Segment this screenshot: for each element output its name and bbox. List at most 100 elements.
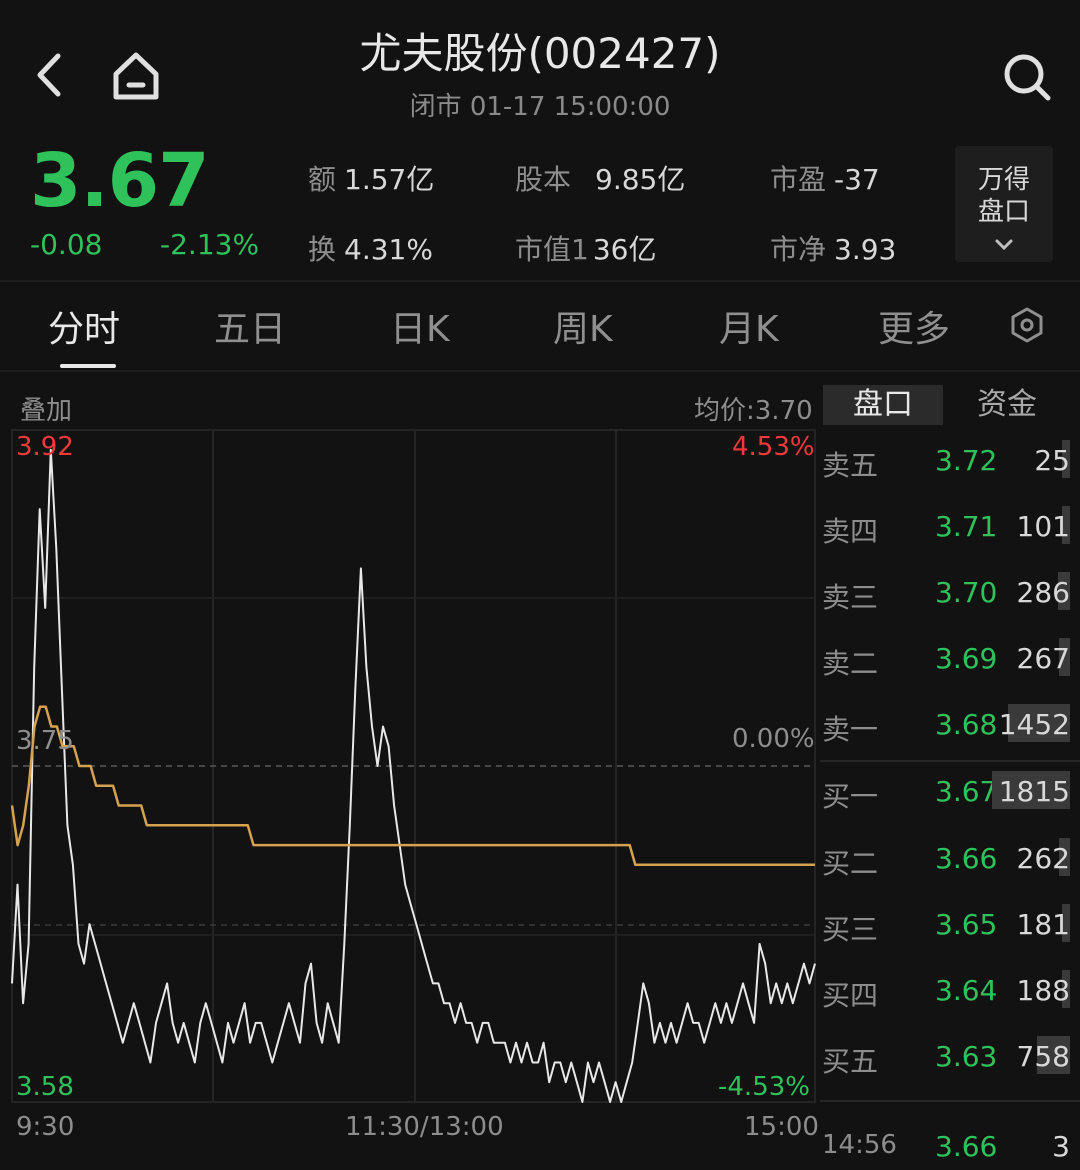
trade-price: 3.66 <box>935 1130 998 1163</box>
stat-value: 9.85亿 <box>595 163 686 196</box>
order-level-label: 卖五 <box>822 449 879 482</box>
tab-daily-k[interactable]: 日K <box>390 300 450 352</box>
stat-label: 市净 <box>770 233 827 266</box>
order-volume: 188 <box>1016 974 1070 1007</box>
stat-turnover: 额 1.57亿 <box>308 158 434 198</box>
stat-label: 股本 <box>515 163 572 196</box>
price-line <box>11 448 816 1103</box>
order-level-label: 卖二 <box>822 647 879 680</box>
tab-monthly-k[interactable]: 月K <box>719 300 779 352</box>
stat-label: 额 <box>308 163 337 196</box>
panel-tab-capital[interactable]: 资金 <box>947 385 1067 425</box>
stat-shares: 股本 9.85亿 <box>515 158 685 198</box>
stat-label: 市盈 <box>770 163 827 196</box>
order-volume: 286 <box>1016 576 1070 609</box>
order-volume: 262 <box>1016 842 1070 875</box>
bid-row: 买三 3.65 181 <box>820 904 1080 948</box>
market-status: 闭市 01-17 15:00:00 <box>409 92 671 122</box>
ask-row: 卖二 3.69 267 <box>820 638 1080 682</box>
y-axis-mid: 3.75 <box>16 726 74 756</box>
chevron-down-icon <box>955 228 1053 251</box>
stat-label: 换 <box>308 233 337 266</box>
stat-value: 1.57亿 <box>344 163 435 196</box>
price-change-pct: -2.13% <box>160 228 260 261</box>
stat-pe: 市盈 -37 <box>770 158 880 198</box>
ask-row: 卖三 3.70 286 <box>820 572 1080 616</box>
order-volume: 101 <box>1016 510 1070 543</box>
active-tab-indicator <box>60 364 116 368</box>
order-volume: 758 <box>1016 1040 1070 1073</box>
bid-row: 买四 3.64 188 <box>820 970 1080 1014</box>
order-level-label: 买二 <box>822 847 879 880</box>
avg-price-line <box>10 705 815 867</box>
trade-volume: 3 <box>1052 1130 1070 1163</box>
ask-row: 卖四 3.71 101 <box>820 506 1080 550</box>
order-level-label: 买五 <box>822 1045 879 1078</box>
trade-time: 14:56 <box>822 1130 897 1160</box>
current-price: 3.67 <box>30 138 210 224</box>
stat-value: 4.31% <box>344 233 433 266</box>
order-price: 3.70 <box>935 576 998 609</box>
time-start: 9:30 <box>16 1112 75 1142</box>
divider <box>0 370 1080 372</box>
price-change: -0.08 <box>30 228 103 261</box>
divider <box>0 280 1080 282</box>
tab-weekly-k[interactable]: 周K <box>553 300 613 352</box>
order-volume: 25 <box>1034 444 1070 477</box>
order-volume: 1815 <box>998 775 1070 808</box>
stat-value: 36亿 <box>592 233 657 266</box>
order-price: 3.64 <box>935 974 998 1007</box>
order-level-label: 卖四 <box>822 515 879 548</box>
bid-row: 买五 3.63 758 <box>820 1036 1080 1080</box>
order-price: 3.63 <box>935 1040 998 1073</box>
order-level-label: 买三 <box>822 913 879 946</box>
time-mid: 11:30/13:00 <box>345 1112 504 1142</box>
tab-more[interactable]: 更多 <box>878 300 950 352</box>
avg-price-label: 均价:3.70 <box>694 396 813 426</box>
stat-label: 市值1 <box>515 233 589 266</box>
order-price: 3.72 <box>935 444 998 477</box>
y-axis-high: 3.92 <box>16 432 74 462</box>
panel-tabs: 盘口 资金 <box>823 385 1070 425</box>
stat-turnover-rate: 换 4.31% <box>308 228 433 268</box>
wande-label-1: 万得 <box>977 165 1030 195</box>
order-price: 3.71 <box>935 510 998 543</box>
stat-pb: 市净 3.93 <box>770 228 896 268</box>
settings-icon[interactable] <box>1008 306 1046 344</box>
order-price: 3.68 <box>935 708 998 741</box>
tab-intraday[interactable]: 分时 <box>48 300 120 352</box>
order-level-label: 买一 <box>822 780 879 813</box>
order-price: 3.66 <box>935 842 998 875</box>
page-title: 尤夫股份(002427) <box>359 29 721 78</box>
order-price: 3.67 <box>935 775 998 808</box>
order-price: 3.65 <box>935 908 998 941</box>
trade-row: 14:56 3.66 3 <box>820 1130 1080 1170</box>
order-volume: 1452 <box>998 708 1070 741</box>
overlay-button[interactable]: 叠加 <box>20 390 72 427</box>
panel-tab-orderbook[interactable]: 盘口 <box>823 385 943 425</box>
time-end: 15:00 <box>744 1112 819 1142</box>
order-level-label: 卖一 <box>822 713 879 746</box>
ask-row: 卖一 3.68 1452 <box>820 704 1080 748</box>
pct-axis-high: 4.53% <box>732 432 815 462</box>
wande-orderbook-button[interactable]: 万得 盘口 <box>955 146 1053 262</box>
order-volume: 181 <box>1016 908 1070 941</box>
divider <box>820 1100 1080 1102</box>
stat-value: -37 <box>834 163 880 196</box>
bid-row: 买二 3.66 262 <box>820 838 1080 882</box>
stat-market-cap: 市值1 36亿 <box>515 228 656 268</box>
wande-label-2: 盘口 <box>977 197 1030 227</box>
stat-value: 3.93 <box>834 233 897 266</box>
pct-axis-mid: 0.00% <box>732 724 815 754</box>
order-level-label: 卖三 <box>822 581 879 614</box>
ask-row: 卖五 3.72 25 <box>820 440 1080 484</box>
order-volume: 267 <box>1016 642 1070 675</box>
divider <box>820 760 1080 762</box>
bid-row: 买一 3.67 1815 <box>820 771 1080 815</box>
y-axis-low: 3.58 <box>16 1072 74 1102</box>
intraday-chart[interactable] <box>0 380 820 1161</box>
order-level-label: 买四 <box>822 979 879 1012</box>
search-icon[interactable] <box>1000 50 1054 104</box>
tab-five-day[interactable]: 五日 <box>214 300 286 352</box>
pct-axis-low: -4.53% <box>718 1072 810 1102</box>
